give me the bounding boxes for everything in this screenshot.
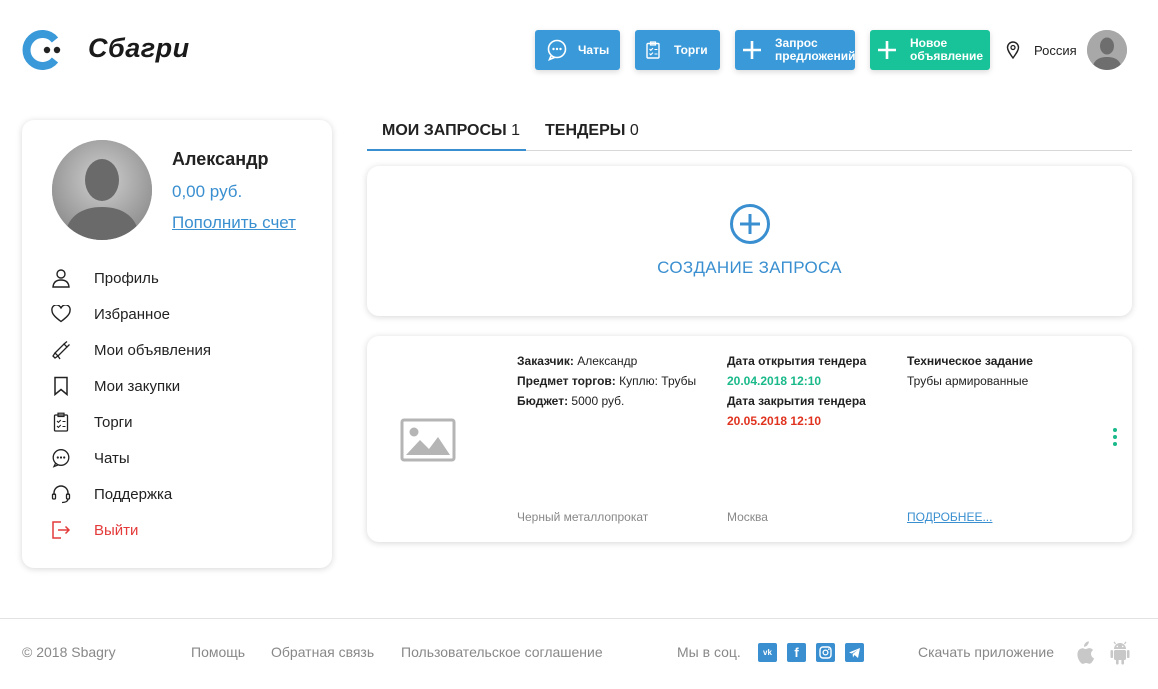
clipboard-icon xyxy=(646,41,660,59)
sidebar-item-torgi[interactable]: Торги xyxy=(50,404,310,440)
category-label: Черный металлопрокат xyxy=(517,510,649,524)
plus-circle-icon xyxy=(730,204,770,244)
help-link[interactable]: Помощь xyxy=(191,644,245,660)
social-label: Мы в соц. xyxy=(677,644,741,660)
tab-label: МОИ ЗАПРОСЫ xyxy=(382,122,507,139)
sidebar-item-label: Мои объявления xyxy=(94,341,211,359)
sidebar-item-profile[interactable]: Профиль xyxy=(50,260,310,296)
megaphone-icon xyxy=(50,339,72,361)
footer: © 2018 Sbagry Помощь Обратная связь Поль… xyxy=(0,618,1158,689)
new-ad-button[interactable]: Новое объявление xyxy=(870,30,990,70)
active-tab-indicator xyxy=(367,149,526,151)
more-options-icon[interactable] xyxy=(1111,428,1119,452)
customer-label: Заказчик: xyxy=(517,354,574,368)
request-card: Заказчик: Александр Предмет торгов: Купл… xyxy=(367,336,1132,542)
open-date-value: 20.04.2018 12:10 xyxy=(727,374,822,388)
budget-value: 5000 руб. xyxy=(571,394,625,408)
chat-icon xyxy=(50,447,72,469)
requests-tabs: МОИ ЗАПРОСЫ 1 ТЕНДЕРЫ 0 xyxy=(367,118,1132,151)
tab-my-requests[interactable]: МОИ ЗАПРОСЫ 1 xyxy=(382,122,520,151)
topup-link[interactable]: Пополнить счет xyxy=(172,213,296,233)
tab-count: 0 xyxy=(629,122,639,139)
user-icon xyxy=(50,267,72,289)
chats-button-label: Чаты xyxy=(578,42,610,57)
sidebar-item-my-ads[interactable]: Мои объявления xyxy=(50,332,310,368)
user-avatar[interactable] xyxy=(1087,30,1127,70)
sbagri-logo-icon[interactable] xyxy=(22,30,62,70)
new-ad-button-label: Новое объявление xyxy=(910,36,983,63)
instagram-icon[interactable] xyxy=(816,643,835,662)
user-silhouette-icon xyxy=(1087,30,1127,70)
clipboard-icon xyxy=(50,411,72,433)
create-request-card[interactable]: СОЗДАНИЕ ЗАПРОСА xyxy=(367,166,1132,316)
close-date-value: 20.05.2018 12:10 xyxy=(727,414,822,428)
apple-icon[interactable] xyxy=(1074,641,1094,665)
sidebar-item-label: Избранное xyxy=(94,305,171,323)
tech-spec: Техническое задание Трубы армированные xyxy=(907,351,1087,391)
sidebar-item-chats[interactable]: Чаты xyxy=(50,440,310,476)
sidebar-item-logout[interactable]: Выйти xyxy=(50,512,310,548)
image-placeholder-icon xyxy=(400,418,456,462)
torgi-button-label: Торги xyxy=(674,42,708,57)
sidebar-item-label: Мои закупки xyxy=(94,377,181,395)
request-offers-button[interactable]: Запрос предложений xyxy=(735,30,856,70)
chat-icon xyxy=(547,39,567,61)
location-selector[interactable]: Россия xyxy=(1006,41,1077,59)
profile-avatar[interactable] xyxy=(52,140,152,240)
tab-tenders[interactable]: ТЕНДЕРЫ 0 xyxy=(545,122,639,151)
brand-name[interactable]: Сбагри xyxy=(88,33,190,64)
budget-row: Бюджет: 5000 руб. xyxy=(517,391,717,411)
facebook-icon[interactable]: f xyxy=(787,643,806,662)
user-silhouette-icon xyxy=(52,140,152,240)
budget-label: Бюджет: xyxy=(517,394,569,408)
chats-button[interactable]: Чаты xyxy=(535,30,620,70)
sidebar-item-label: Торги xyxy=(94,413,133,431)
torgi-button[interactable]: Торги xyxy=(635,30,720,70)
sidebar-item-label: Поддержка xyxy=(94,485,173,503)
sidebar-item-label: Выйти xyxy=(94,521,139,539)
logout-icon xyxy=(50,519,72,541)
plus-icon xyxy=(878,41,896,59)
copyright: © 2018 Sbagry xyxy=(22,644,116,660)
feedback-link[interactable]: Обратная связь xyxy=(271,644,374,660)
android-icon[interactable] xyxy=(1110,641,1130,665)
open-date-label: Дата открытия тендера xyxy=(727,354,867,368)
location-label: Россия xyxy=(1034,42,1077,58)
terms-link[interactable]: Пользовательское соглашение xyxy=(401,644,603,660)
profile-card: Александр 0,00 руб. Пополнить счет Профи… xyxy=(22,120,332,568)
profile-balance: 0,00 руб. xyxy=(172,182,243,201)
more-link[interactable]: ПОДРОБНЕЕ... xyxy=(907,510,992,524)
telegram-icon[interactable] xyxy=(845,643,864,662)
sidebar-item-label: Профиль xyxy=(94,269,159,287)
bookmark-icon xyxy=(50,375,72,397)
tender-dates: Дата открытия тендера 20.04.2018 12:10 Д… xyxy=(727,351,902,431)
sidebar-menu: Профиль Избранное Мои объявления Мои зак… xyxy=(50,260,310,548)
request-offers-button-label: Запрос предложений xyxy=(775,36,856,63)
sidebar-item-label: Чаты xyxy=(94,449,130,467)
subject-row: Предмет торгов: Куплю: Трубы xyxy=(517,371,717,391)
sidebar-item-favorites[interactable]: Избранное xyxy=(50,296,310,332)
tab-count: 1 xyxy=(511,122,521,139)
spec-label: Техническое задание xyxy=(907,354,1033,368)
heart-icon xyxy=(50,303,72,325)
sidebar-item-my-purchases[interactable]: Мои закупки xyxy=(50,368,310,404)
tab-label: ТЕНДЕРЫ xyxy=(545,122,626,139)
location-pin-icon xyxy=(1006,41,1020,59)
vk-icon[interactable]: vk xyxy=(758,643,777,662)
subject-label: Предмет торгов: xyxy=(517,374,616,388)
headset-icon xyxy=(50,483,72,505)
profile-name: Александр xyxy=(172,149,269,169)
header: Сбагри Чаты Торги Запрос предложений Нов… xyxy=(0,0,1158,100)
customer-value: Александр xyxy=(577,354,638,368)
customer-row: Заказчик: Александр xyxy=(517,351,717,371)
city-label: Москва xyxy=(727,510,768,524)
sidebar-item-support[interactable]: Поддержка xyxy=(50,476,310,512)
close-date-label: Дата закрытия тендера xyxy=(727,394,866,408)
subject-value: Куплю: Трубы xyxy=(619,374,697,388)
download-app-label: Скачать приложение xyxy=(918,644,1055,660)
spec-value: Трубы армированные xyxy=(907,374,1029,388)
request-info: Заказчик: Александр Предмет торгов: Купл… xyxy=(517,351,717,411)
create-request-label: СОЗДАНИЕ ЗАПРОСА xyxy=(657,258,842,277)
plus-icon xyxy=(743,41,761,59)
